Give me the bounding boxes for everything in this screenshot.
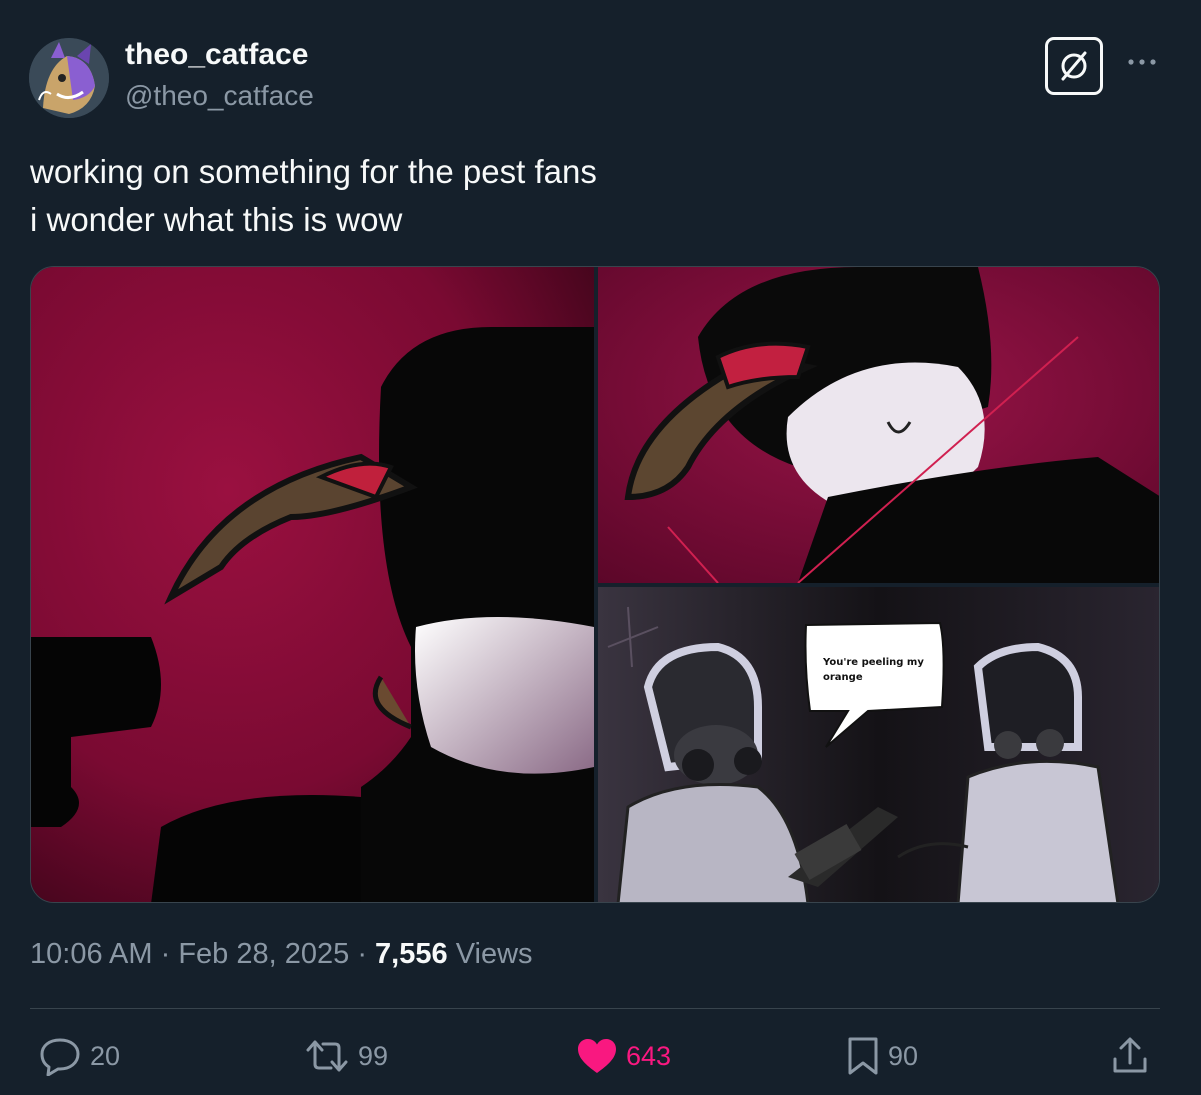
media-image-3[interactable]: You're peeling my orange: [598, 587, 1159, 902]
more-icon: [1128, 59, 1156, 65]
reply-icon: [40, 1038, 80, 1076]
repost-icon: [306, 1040, 348, 1072]
image-3-artwork: [598, 587, 1159, 902]
image-1-artwork: [31, 267, 594, 902]
bookmark-button[interactable]: 90: [846, 1034, 918, 1078]
meta-separator: ·: [357, 938, 367, 970]
bookmark-count: 90: [888, 1040, 919, 1071]
post-text-line-2: i wonder what this is wow: [30, 201, 403, 238]
reply-count: 20: [90, 1040, 121, 1071]
reply-button[interactable]: 20: [38, 1034, 120, 1078]
like-icon: [578, 1039, 616, 1073]
bookmark-icon: [848, 1037, 878, 1075]
post-date[interactable]: Feb 28, 2025: [178, 938, 349, 970]
grok-icon: [1061, 51, 1087, 81]
avatar-image: [29, 38, 109, 118]
repost-button[interactable]: 99: [304, 1034, 388, 1078]
meta-separator: ·: [160, 938, 171, 970]
like-button[interactable]: 643: [576, 1034, 671, 1078]
post-text-line-1: working on something for the pest fans: [30, 153, 597, 190]
views-label: Views: [455, 938, 533, 970]
repost-count: 99: [358, 1040, 389, 1071]
share-icon: [1113, 1037, 1147, 1073]
share-button[interactable]: [1110, 1034, 1150, 1078]
author-handle[interactable]: @theo_catface: [125, 80, 314, 112]
post-meta: 10:06 AM · Feb 28, 2025 · 7,556 Views: [30, 938, 533, 971]
avatar[interactable]: [29, 38, 109, 118]
media-image-1[interactable]: [31, 267, 594, 902]
speech-bubble-text: You're peeling my orange: [823, 657, 924, 683]
grok-button[interactable]: [1045, 37, 1103, 95]
image-2-artwork: [598, 267, 1159, 583]
more-options-button[interactable]: [1124, 44, 1160, 80]
post-text: working on something for the pest fans i…: [30, 148, 1150, 244]
media-grid: You're peeling my orange: [30, 266, 1160, 903]
media-image-2[interactable]: [598, 267, 1159, 583]
author-display-name[interactable]: theo_catface: [125, 38, 308, 72]
like-count: 643: [626, 1040, 672, 1071]
post-time[interactable]: 10:06 AM: [30, 938, 153, 970]
divider: [30, 1008, 1160, 1009]
views-count: 7,556: [375, 938, 448, 970]
